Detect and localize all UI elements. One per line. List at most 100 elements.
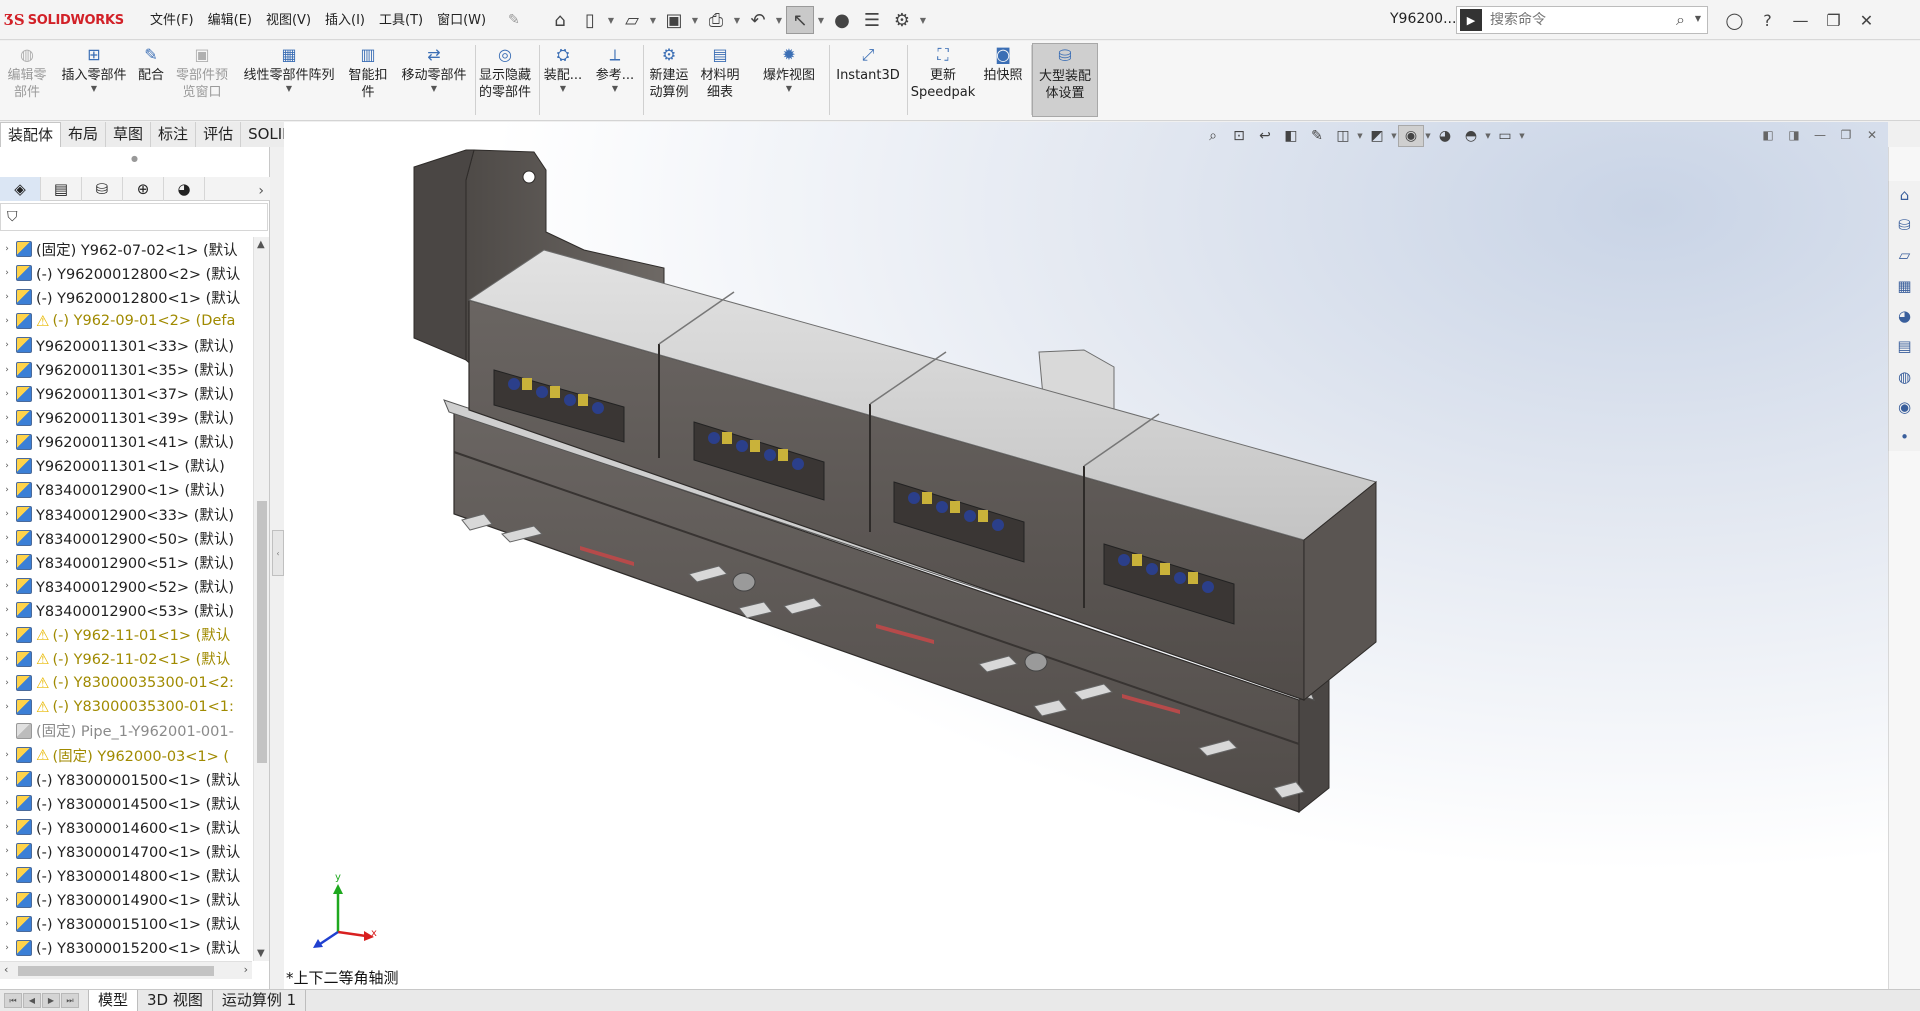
chevron-down-icon[interactable]: ▼ (560, 84, 566, 94)
menu-item-3[interactable]: 插入(I) (318, 11, 372, 31)
tree-item[interactable]: (固定) Pipe_1-Y962001-001- (0, 719, 252, 743)
command-tab-2[interactable]: 草图 (106, 122, 152, 147)
tree-horizontal-scrollbar[interactable]: ‹ › (0, 961, 252, 979)
hscroll-thumb[interactable] (18, 966, 214, 976)
expand-chevron-icon[interactable]: › (0, 389, 14, 399)
tree-item[interactable]: › (固定) Y962-07-02<1> (默认 (0, 237, 252, 261)
tree-item[interactable]: › Y96200011301<35> (默认) (0, 357, 252, 381)
tree-item[interactable]: › ⚠ (-) Y962-09-01<2> (Defa (0, 309, 252, 333)
undo-dropdown-icon[interactable]: ▼ (774, 6, 784, 34)
first-tab-icon[interactable]: ⏮ (4, 993, 22, 1008)
expand-chevron-icon[interactable]: › (0, 943, 14, 953)
tree-item[interactable]: › (-) Y83000015100<1> (默认 (0, 912, 252, 936)
expand-chevron-icon[interactable]: › (0, 292, 14, 302)
file-properties-icon[interactable]: ☰ (858, 6, 886, 34)
ribbon-button-move-component[interactable]: ⇄ 移动零部件 ▼ (396, 43, 472, 117)
ribbon-button-linear-pattern[interactable]: ▦ 线性零部件阵列 ▼ (238, 43, 340, 117)
tree-item[interactable]: › Y96200011301<37> (默认) (0, 382, 252, 406)
tree-item[interactable]: › ⚠ (-) Y962-11-02<1> (默认 (0, 647, 252, 671)
tree-item[interactable]: › Y83400012900<52> (默认) (0, 574, 252, 598)
tree-item[interactable]: › (-) Y83000014700<1> (默认 (0, 839, 252, 863)
view-palette-icon[interactable]: ▦ (1893, 272, 1917, 299)
expand-chevron-icon[interactable]: › (0, 461, 14, 471)
select-dropdown-icon[interactable]: ▼ (816, 6, 826, 34)
ribbon-button-edit-component[interactable]: ◍ 编辑零 部件 (2, 43, 52, 117)
ribbon-button-speedpak[interactable]: ⛶ 更新 Speedpak (910, 43, 976, 117)
search-box[interactable]: ▶ ⌕ ▼ (1456, 6, 1708, 34)
expand-chevron-icon[interactable]: › (0, 413, 14, 423)
options-dropdown-icon[interactable]: ▼ (918, 6, 928, 34)
expand-chevron-icon[interactable]: › (0, 605, 14, 615)
menu-item-4[interactable]: 工具(T) (372, 11, 430, 31)
ribbon-button-bom[interactable]: ▤ 材料明 细表 (696, 43, 744, 117)
expand-chevron-icon[interactable]: › (0, 798, 14, 808)
home-icon[interactable]: ⌂ (546, 6, 574, 34)
minimize-icon[interactable]: — (1784, 6, 1817, 34)
tree-item[interactable]: › Y96200011301<33> (默认) (0, 333, 252, 357)
solidworks-resources-icon[interactable]: ⌂ (1893, 181, 1917, 208)
chevron-down-icon[interactable]: ▼ (786, 84, 792, 94)
graphics-area[interactable]: ⌕ ⊡ ↩ ◧ ✎ ◫ ▼ ◩ ▼ ◉ ▼ ◕ ◓ ▼ ▭ ▼ ◧ ◨ — ❐ ✕ (284, 122, 1888, 989)
tree-item[interactable]: › (-) Y96200012800<2> (默认 (0, 261, 252, 285)
chevron-down-icon[interactable]: ▼ (612, 84, 618, 94)
custom-properties-icon[interactable]: ▤ (1893, 333, 1917, 360)
ribbon-button-large-assembly[interactable]: ⛁ 大型装配 体设置 (1032, 43, 1098, 117)
solidworks-logo[interactable]: ƷS SOLIDWORKS (4, 10, 124, 30)
assembly-3d-model[interactable] (284, 122, 1888, 989)
prev-tab-icon[interactable]: ◀ (23, 993, 41, 1008)
close-icon[interactable]: ✕ (1850, 6, 1883, 34)
expand-chevron-icon[interactable]: › (0, 437, 14, 447)
menu-item-0[interactable]: 文件(F) (143, 11, 201, 31)
chevron-down-icon[interactable]: ▼ (91, 84, 97, 94)
scroll-thumb[interactable] (257, 501, 267, 763)
3dexperience-icon[interactable]: ◉ (1893, 393, 1917, 420)
ribbon-button-assembly-features[interactable]: ⛭ 装配... ▼ (540, 43, 586, 117)
ribbon-button-instant3d[interactable]: ⤢ Instant3D (832, 43, 904, 117)
tree-item[interactable]: › ⚠ (-) Y83000035300-01<1: (0, 695, 252, 719)
expand-chevron-icon[interactable]: › (0, 895, 14, 905)
tree-item[interactable]: › (-) Y83000015200<1> (默认 (0, 936, 252, 957)
tree-item[interactable]: › ⚠ (-) Y83000035300-01<2: (0, 671, 252, 695)
solidworks-forum-icon[interactable]: ◍ (1893, 363, 1917, 390)
tree-filter[interactable]: ⛉ (0, 203, 268, 231)
undo-icon[interactable]: ↶ (744, 6, 772, 34)
expand-chevron-icon[interactable]: › (0, 822, 14, 832)
tree-item[interactable]: › (-) Y96200012800<1> (默认 (0, 285, 252, 309)
user-account-icon[interactable]: ◯ (1718, 6, 1751, 34)
tree-item[interactable]: › Y96200011301<1> (默认) (0, 454, 252, 478)
search-input[interactable] (1490, 12, 1670, 28)
display-manager-tab-icon[interactable]: ◕ (164, 177, 205, 201)
open-dropdown-icon[interactable]: ▼ (648, 6, 658, 34)
command-tab-3[interactable]: 标注 (151, 122, 197, 147)
menu-item-1[interactable]: 编辑(E) (201, 11, 259, 31)
restore-icon[interactable]: ❐ (1817, 6, 1850, 34)
expand-chevron-icon[interactable]: › (0, 365, 14, 375)
panel-collapse-handle[interactable]: ‹ (272, 530, 284, 576)
tree-item[interactable]: › Y83400012900<51> (默认) (0, 550, 252, 574)
bottom-tab-0[interactable]: 模型 (88, 990, 139, 1011)
tree-item[interactable]: › Y83400012900<33> (默认) (0, 502, 252, 526)
expand-chevron-icon[interactable]: › (0, 557, 14, 567)
tree-item[interactable]: › Y96200011301<41> (默认) (0, 430, 252, 454)
design-library-icon[interactable]: ⛁ (1893, 211, 1917, 238)
tree-item[interactable]: › Y96200011301<39> (默认) (0, 406, 252, 430)
rebuild-icon[interactable]: ● (828, 6, 856, 34)
new-dropdown-icon[interactable]: ▼ (606, 6, 616, 34)
print-icon[interactable]: ⎙ (702, 6, 730, 34)
ribbon-button-new-motion-study[interactable]: ⚙ 新建运 动算例 (646, 43, 692, 117)
expand-chevron-icon[interactable]: › (0, 654, 14, 664)
expand-chevron-icon[interactable]: › (0, 750, 14, 760)
search-icon[interactable]: ⌕ (1676, 10, 1685, 30)
ribbon-button-smart-fastener[interactable]: ▥ 智能扣 件 (344, 43, 392, 117)
next-tab-icon[interactable]: ▶ (42, 993, 60, 1008)
filter-icon[interactable]: ⛉ (7, 209, 18, 225)
feature-tree-tab-icon[interactable]: ◈ (0, 177, 41, 201)
chevron-right-icon[interactable]: › (258, 179, 264, 203)
tree-item[interactable]: › Y83400012900<1> (默认) (0, 478, 252, 502)
expand-chevron-icon[interactable]: › (0, 919, 14, 929)
search-dropdown-icon[interactable]: ▼ (1695, 14, 1701, 23)
print-dropdown-icon[interactable]: ▼ (732, 6, 742, 34)
ribbon-button-exploded-view[interactable]: ✹ 爆炸视图 ▼ (752, 43, 826, 117)
ribbon-button-show-hidden[interactable]: ◎ 显示隐藏 的零部件 (474, 43, 536, 117)
ribbon-button-component-preview[interactable]: ▣ 零部件预 览窗口 (170, 43, 234, 117)
